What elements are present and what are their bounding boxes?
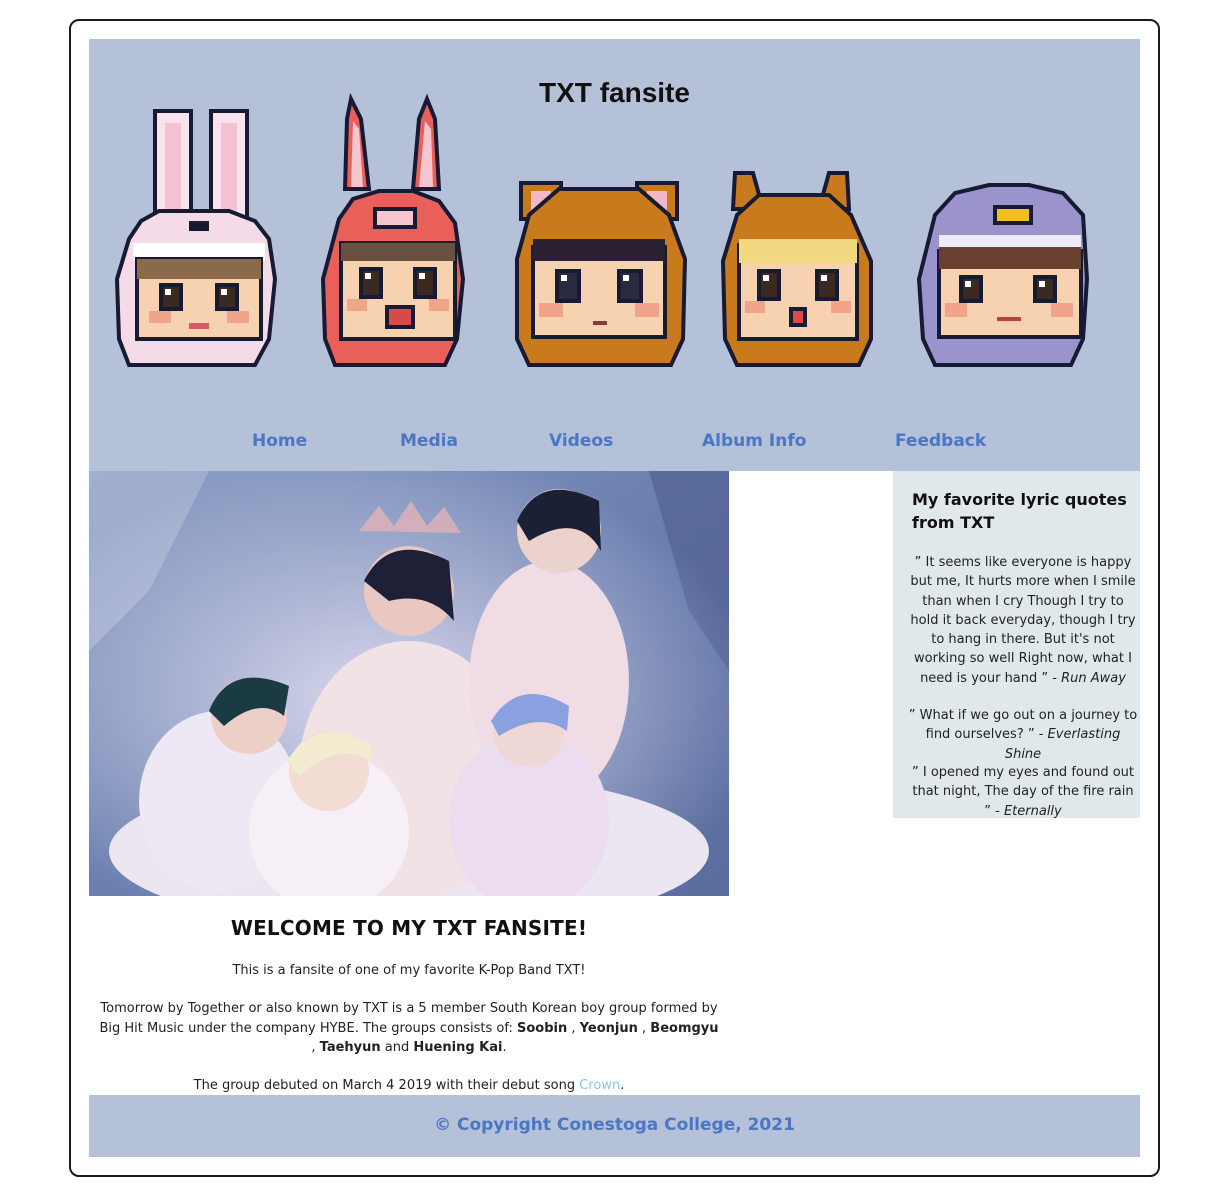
sidebar-title: My favorite lyric quotes from TXT (912, 490, 1127, 532)
quote-eternally: ” I opened my eyes and found out that ni… (907, 763, 1139, 821)
bear-hood-chibi-icon (515, 181, 688, 367)
red-rabbit-hood-chibi-icon (320, 92, 466, 367)
quote-run-away: ” It seems like everyone is happy but me… (907, 553, 1139, 688)
nav-home[interactable]: Home (252, 431, 307, 451)
quote-everlasting-shine: ” What if we go out on a journey to find… (907, 706, 1139, 764)
member-soobin: Soobin (517, 1020, 568, 1036)
welcome-section: WELCOME TO MY TXT FANSITE! This is a fan… (89, 916, 729, 1095)
intro-text: This is a fansite of one of my favorite … (232, 963, 586, 978)
nav-media[interactable]: Media (400, 431, 458, 451)
quote-song: Run Away (1061, 670, 1126, 686)
site-footer: © Copyright Conestoga College, 2021 (89, 1095, 1140, 1157)
member-beomgyu: Beomgyu (650, 1020, 719, 1036)
about-text: Tomorrow by Together or also known by TX… (99, 1001, 719, 1055)
bunny-hood-chibi-icon (114, 109, 278, 367)
site-header: TXT fansite Home Media Videos Album Info… (89, 39, 1140, 471)
welcome-heading: WELCOME TO MY TXT FANSITE! (230, 916, 588, 940)
nav-feedback[interactable]: Feedback (895, 431, 986, 451)
fox-hood-chibi-icon (720, 171, 873, 367)
nav-album-info[interactable]: Album Info (702, 431, 806, 451)
group-photo-image (89, 471, 729, 896)
member-yeonjun: Yeonjun (579, 1020, 638, 1036)
debut-text: The group debuted on March 4 2019 with t… (193, 1078, 625, 1094)
lyric-quotes-sidebar: My favorite lyric quotes from TXT ” It s… (893, 471, 1140, 821)
copyright-text: © Copyright Conestoga College, 2021 (434, 1115, 795, 1135)
main-nav: Home Media Videos Album Info Feedback (89, 431, 1140, 455)
nav-videos[interactable]: Videos (549, 431, 613, 451)
group-photo (89, 471, 729, 896)
penguin-hood-chibi-icon (916, 183, 1090, 367)
member-taehyun: Taehyun (319, 1039, 381, 1055)
quote-song: Eternally (1003, 803, 1062, 819)
site-title: TXT fansite (539, 77, 690, 108)
member-huening-kai: Huening Kai (413, 1039, 503, 1055)
crown-link[interactable]: Crown (579, 1078, 620, 1093)
quote-text: ” It seems like everyone is happy but me… (910, 555, 1136, 686)
